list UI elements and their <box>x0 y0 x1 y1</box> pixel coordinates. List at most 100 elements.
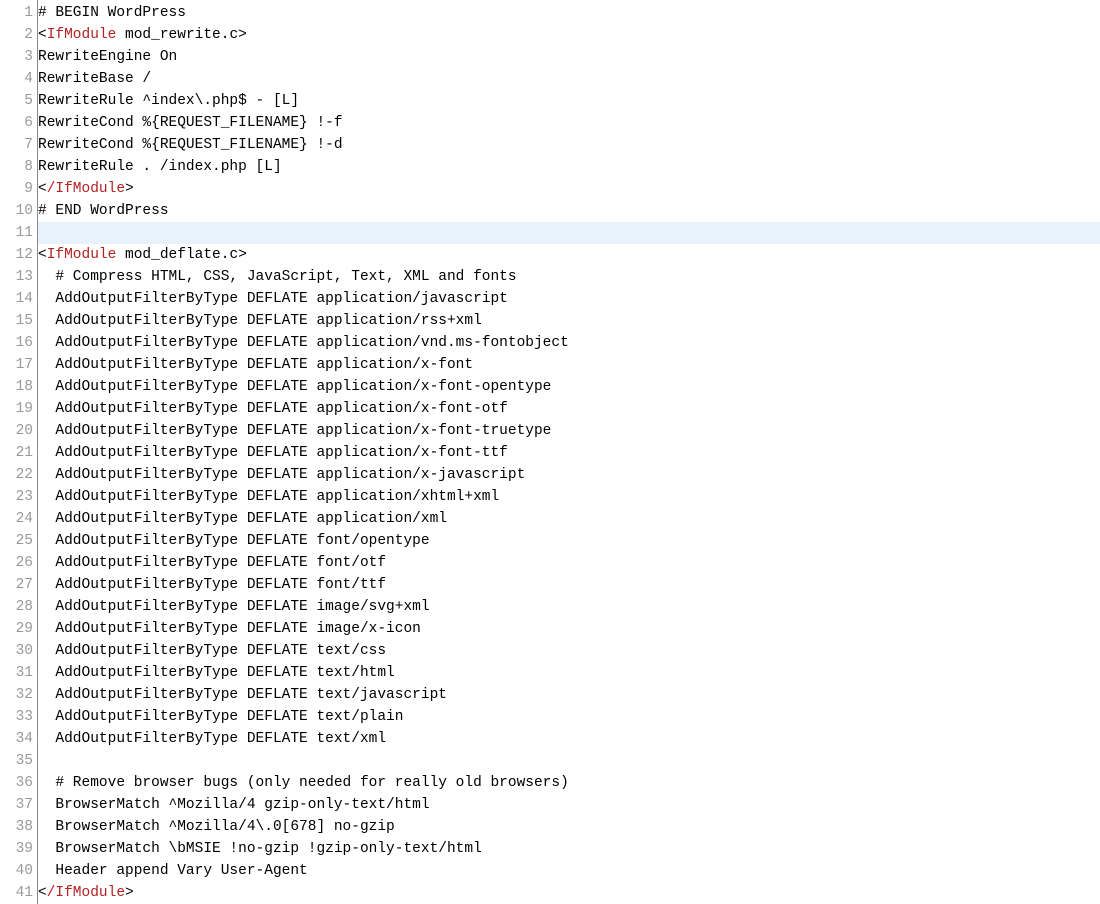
token-text: AddOutputFilterByType DEFLATE text/javas… <box>38 687 447 703</box>
code-line[interactable]: </IfModule> <box>38 882 1100 904</box>
code-line[interactable]: <IfModule mod_rewrite.c> <box>38 24 1100 46</box>
token-angle: > <box>238 27 247 43</box>
token-text: RewriteCond %{REQUEST_FILENAME} !-d <box>38 137 343 153</box>
code-line[interactable]: AddOutputFilterByType DEFLATE font/ttf <box>38 574 1100 596</box>
code-line[interactable]: AddOutputFilterByType DEFLATE applicatio… <box>38 376 1100 398</box>
code-line[interactable]: AddOutputFilterByType DEFLATE text/css <box>38 640 1100 662</box>
token-text: Header append Vary User-Agent <box>38 863 308 879</box>
code-line[interactable]: AddOutputFilterByType DEFLATE applicatio… <box>38 288 1100 310</box>
code-line[interactable]: RewriteBase / <box>38 68 1100 90</box>
code-line[interactable]: RewriteRule ^index\.php$ - [L] <box>38 90 1100 112</box>
code-line[interactable]: AddOutputFilterByType DEFLATE font/otf <box>38 552 1100 574</box>
code-line[interactable]: AddOutputFilterByType DEFLATE applicatio… <box>38 464 1100 486</box>
code-line[interactable]: BrowserMatch \bMSIE !no-gzip !gzip-only-… <box>38 838 1100 860</box>
token-text: AddOutputFilterByType DEFLATE applicatio… <box>38 489 499 505</box>
code-line[interactable]: <IfModule mod_deflate.c> <box>38 244 1100 266</box>
code-line[interactable] <box>38 222 1100 244</box>
token-text: AddOutputFilterByType DEFLATE applicatio… <box>38 357 473 373</box>
code-line[interactable] <box>38 750 1100 772</box>
token-tag: IfModule <box>55 885 125 901</box>
token-text: AddOutputFilterByType DEFLATE applicatio… <box>38 313 482 329</box>
line-number: 1 <box>0 2 37 24</box>
line-number: 21 <box>0 442 37 464</box>
token-text: AddOutputFilterByType DEFLATE font/opent… <box>38 533 430 549</box>
code-line[interactable]: AddOutputFilterByType DEFLATE applicatio… <box>38 508 1100 530</box>
token-text: AddOutputFilterByType DEFLATE applicatio… <box>38 401 508 417</box>
line-number: 14 <box>0 288 37 310</box>
token-text: AddOutputFilterByType DEFLATE text/xml <box>38 731 386 747</box>
code-line[interactable]: AddOutputFilterByType DEFLATE text/html <box>38 662 1100 684</box>
token-text: mod_rewrite.c <box>116 27 238 43</box>
line-number: 28 <box>0 596 37 618</box>
token-text: # END WordPress <box>38 203 169 219</box>
token-text: AddOutputFilterByType DEFLATE font/otf <box>38 555 386 571</box>
token-tag: IfModule <box>47 247 117 263</box>
code-line[interactable]: AddOutputFilterByType DEFLATE applicatio… <box>38 442 1100 464</box>
code-line[interactable]: AddOutputFilterByType DEFLATE text/plain <box>38 706 1100 728</box>
token-text: BrowserMatch \bMSIE !no-gzip !gzip-only-… <box>38 841 482 857</box>
line-number: 19 <box>0 398 37 420</box>
code-line[interactable]: AddOutputFilterByType DEFLATE applicatio… <box>38 354 1100 376</box>
code-line[interactable]: AddOutputFilterByType DEFLATE text/javas… <box>38 684 1100 706</box>
line-number: 41 <box>0 882 37 904</box>
line-number: 11 <box>0 222 37 244</box>
code-area[interactable]: # BEGIN WordPress<IfModule mod_rewrite.c… <box>38 0 1100 904</box>
line-number: 29 <box>0 618 37 640</box>
line-number: 10 <box>0 200 37 222</box>
code-line[interactable]: AddOutputFilterByType DEFLATE image/svg+… <box>38 596 1100 618</box>
line-number: 15 <box>0 310 37 332</box>
code-line[interactable]: AddOutputFilterByType DEFLATE applicatio… <box>38 310 1100 332</box>
token-text: RewriteCond %{REQUEST_FILENAME} !-f <box>38 115 343 131</box>
code-line[interactable]: Header append Vary User-Agent <box>38 860 1100 882</box>
line-number-gutter: 1234567891011121314151617181920212223242… <box>0 0 38 904</box>
token-text: AddOutputFilterByType DEFLATE font/ttf <box>38 577 386 593</box>
code-editor[interactable]: 1234567891011121314151617181920212223242… <box>0 0 1100 904</box>
line-number: 18 <box>0 376 37 398</box>
token-angle: < <box>38 885 47 901</box>
code-line[interactable]: RewriteCond %{REQUEST_FILENAME} !-d <box>38 134 1100 156</box>
token-text: AddOutputFilterByType DEFLATE applicatio… <box>38 445 508 461</box>
line-number: 38 <box>0 816 37 838</box>
code-line[interactable]: # BEGIN WordPress <box>38 2 1100 24</box>
line-number: 8 <box>0 156 37 178</box>
code-line[interactable]: AddOutputFilterByType DEFLATE applicatio… <box>38 332 1100 354</box>
code-line[interactable]: # Remove browser bugs (only needed for r… <box>38 772 1100 794</box>
line-number: 17 <box>0 354 37 376</box>
code-line[interactable]: AddOutputFilterByType DEFLATE applicatio… <box>38 398 1100 420</box>
line-number: 12 <box>0 244 37 266</box>
token-text: AddOutputFilterByType DEFLATE image/x-ic… <box>38 621 421 637</box>
token-tag: IfModule <box>55 181 125 197</box>
line-number: 2 <box>0 24 37 46</box>
token-text: AddOutputFilterByType DEFLATE applicatio… <box>38 379 551 395</box>
code-line[interactable]: </IfModule> <box>38 178 1100 200</box>
line-number: 13 <box>0 266 37 288</box>
token-text: AddOutputFilterByType DEFLATE applicatio… <box>38 335 569 351</box>
line-number: 9 <box>0 178 37 200</box>
code-line[interactable]: BrowserMatch ^Mozilla/4\.0[678] no-gzip <box>38 816 1100 838</box>
token-text: RewriteRule ^index\.php$ - [L] <box>38 93 299 109</box>
token-text: # Remove browser bugs (only needed for r… <box>38 775 569 791</box>
code-line[interactable]: # Compress HTML, CSS, JavaScript, Text, … <box>38 266 1100 288</box>
code-line[interactable]: RewriteCond %{REQUEST_FILENAME} !-f <box>38 112 1100 134</box>
code-line[interactable]: AddOutputFilterByType DEFLATE text/xml <box>38 728 1100 750</box>
line-number: 6 <box>0 112 37 134</box>
token-text: AddOutputFilterByType DEFLATE text/plain <box>38 709 403 725</box>
code-line[interactable]: AddOutputFilterByType DEFLATE applicatio… <box>38 420 1100 442</box>
code-line[interactable]: RewriteRule . /index.php [L] <box>38 156 1100 178</box>
line-number: 34 <box>0 728 37 750</box>
line-number: 30 <box>0 640 37 662</box>
token-tag: IfModule <box>47 27 117 43</box>
code-line[interactable]: AddOutputFilterByType DEFLATE font/opent… <box>38 530 1100 552</box>
code-line[interactable]: RewriteEngine On <box>38 46 1100 68</box>
code-line[interactable]: AddOutputFilterByType DEFLATE image/x-ic… <box>38 618 1100 640</box>
token-text: RewriteBase / <box>38 71 151 87</box>
token-text: mod_deflate.c <box>116 247 238 263</box>
line-number: 24 <box>0 508 37 530</box>
token-angle: > <box>125 885 134 901</box>
code-line[interactable]: # END WordPress <box>38 200 1100 222</box>
code-line[interactable]: AddOutputFilterByType DEFLATE applicatio… <box>38 486 1100 508</box>
code-line[interactable]: BrowserMatch ^Mozilla/4 gzip-only-text/h… <box>38 794 1100 816</box>
line-number: 39 <box>0 838 37 860</box>
token-text: # Compress HTML, CSS, JavaScript, Text, … <box>38 269 517 285</box>
line-number: 20 <box>0 420 37 442</box>
